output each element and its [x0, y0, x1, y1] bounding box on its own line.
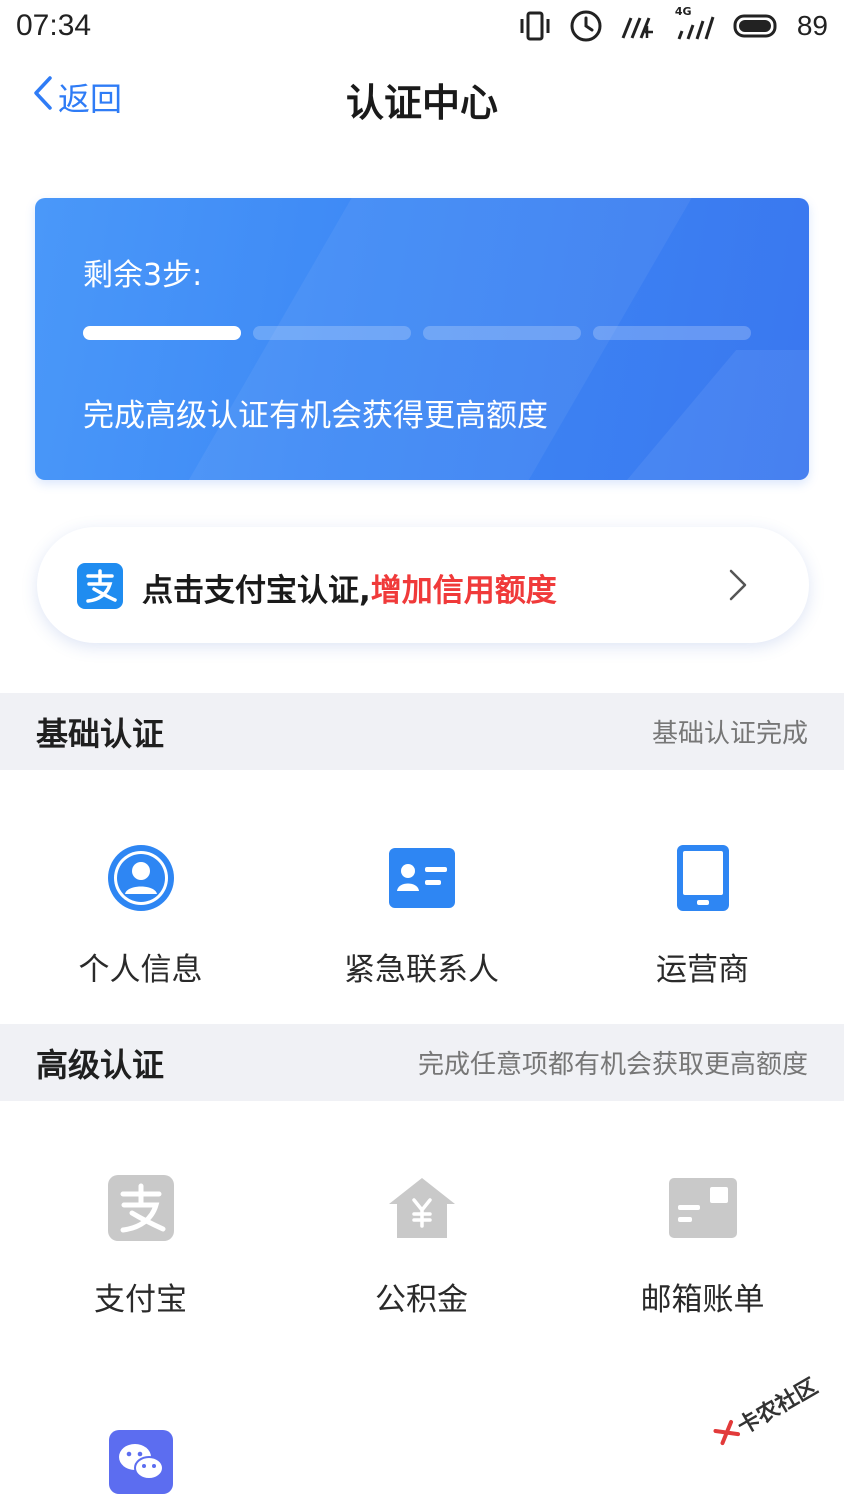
housing-fund-icon: [281, 1170, 562, 1246]
wechat-item[interactable]: [0, 1424, 281, 1500]
section-title: 高级认证: [36, 1045, 165, 1084]
alipay-icon: [77, 563, 123, 613]
page-title: 认证中心: [345, 81, 498, 125]
progress-segment-pending: [593, 326, 751, 340]
card-decoration: [601, 350, 809, 480]
vibrate-icon: [517, 11, 553, 41]
steps-progress-bar: [83, 326, 751, 340]
banner-highlight-text: 增加信用额度: [370, 573, 557, 609]
network-type: 4G: [674, 5, 692, 18]
banner-text: 点击支付宝认证,增加信用额度: [142, 565, 557, 610]
page: 07:34 4G 89 返回 认证中心 剩余3步: 完成高级认证有机会获得更高额…: [0, 0, 844, 1500]
phone-icon: [562, 840, 843, 916]
section-title: 基础认证: [36, 714, 165, 753]
item-label: 个人信息: [78, 952, 203, 988]
item-label: 支付宝: [94, 1282, 187, 1318]
status-bar: 07:34 4G 89: [0, 0, 844, 52]
status-icons: 4G 89: [517, 5, 828, 43]
item-label: 运营商: [656, 952, 749, 988]
alipay-item[interactable]: 支付宝: [0, 1170, 281, 1319]
wechat-icon: [0, 1424, 281, 1500]
battery-icon: [733, 13, 781, 39]
contact-card-icon: [281, 840, 562, 916]
email-bill-icon: [562, 1170, 843, 1246]
item-label: 邮箱账单: [640, 1282, 765, 1318]
chevron-right-icon: [727, 567, 749, 607]
advanced-auth-header: 高级认证 完成任意项都有机会获取更高额度: [0, 1024, 844, 1101]
cellular-signal-icon: 4G: [673, 5, 717, 41]
alipay-icon: [0, 1170, 281, 1246]
alarm-clock-icon: [569, 9, 603, 43]
progress-segment-done: [83, 326, 241, 340]
housing-fund-item[interactable]: 公积金: [281, 1170, 562, 1319]
watermark: 卡农社区: [703, 1362, 833, 1478]
person-icon: [0, 840, 281, 916]
battery-level: 89: [796, 10, 828, 41]
progress-segment-pending: [423, 326, 581, 340]
card-description: 完成高级认证有机会获得更高额度: [83, 398, 548, 434]
alipay-auth-banner[interactable]: 点击支付宝认证,增加信用额度: [37, 527, 809, 643]
carrier-item[interactable]: 运营商: [562, 840, 843, 989]
item-label: 紧急联系人: [344, 952, 499, 988]
email-bill-item[interactable]: 邮箱账单: [562, 1170, 843, 1319]
nav-bar: 返回 认证中心: [0, 52, 844, 142]
status-time: 07:34: [16, 9, 92, 42]
emergency-contact-item[interactable]: 紧急联系人: [281, 840, 562, 989]
progress-card: 剩余3步: 完成高级认证有机会获得更高额度: [35, 198, 809, 480]
section-status: 基础认证完成: [651, 719, 808, 749]
wifi-signal-icon: [619, 12, 657, 40]
basic-auth-header: 基础认证 基础认证完成: [0, 693, 844, 770]
section-note: 完成任意项都有机会获取更高额度: [417, 1050, 808, 1080]
progress-segment-pending: [253, 326, 411, 340]
item-label: 公积金: [375, 1282, 468, 1318]
watermark-text: 卡农社区: [733, 1374, 823, 1440]
banner-main-text: 点击支付宝认证,: [142, 573, 371, 609]
personal-info-item[interactable]: 个人信息: [0, 840, 281, 989]
steps-remaining-label: 剩余3步:: [83, 258, 203, 293]
